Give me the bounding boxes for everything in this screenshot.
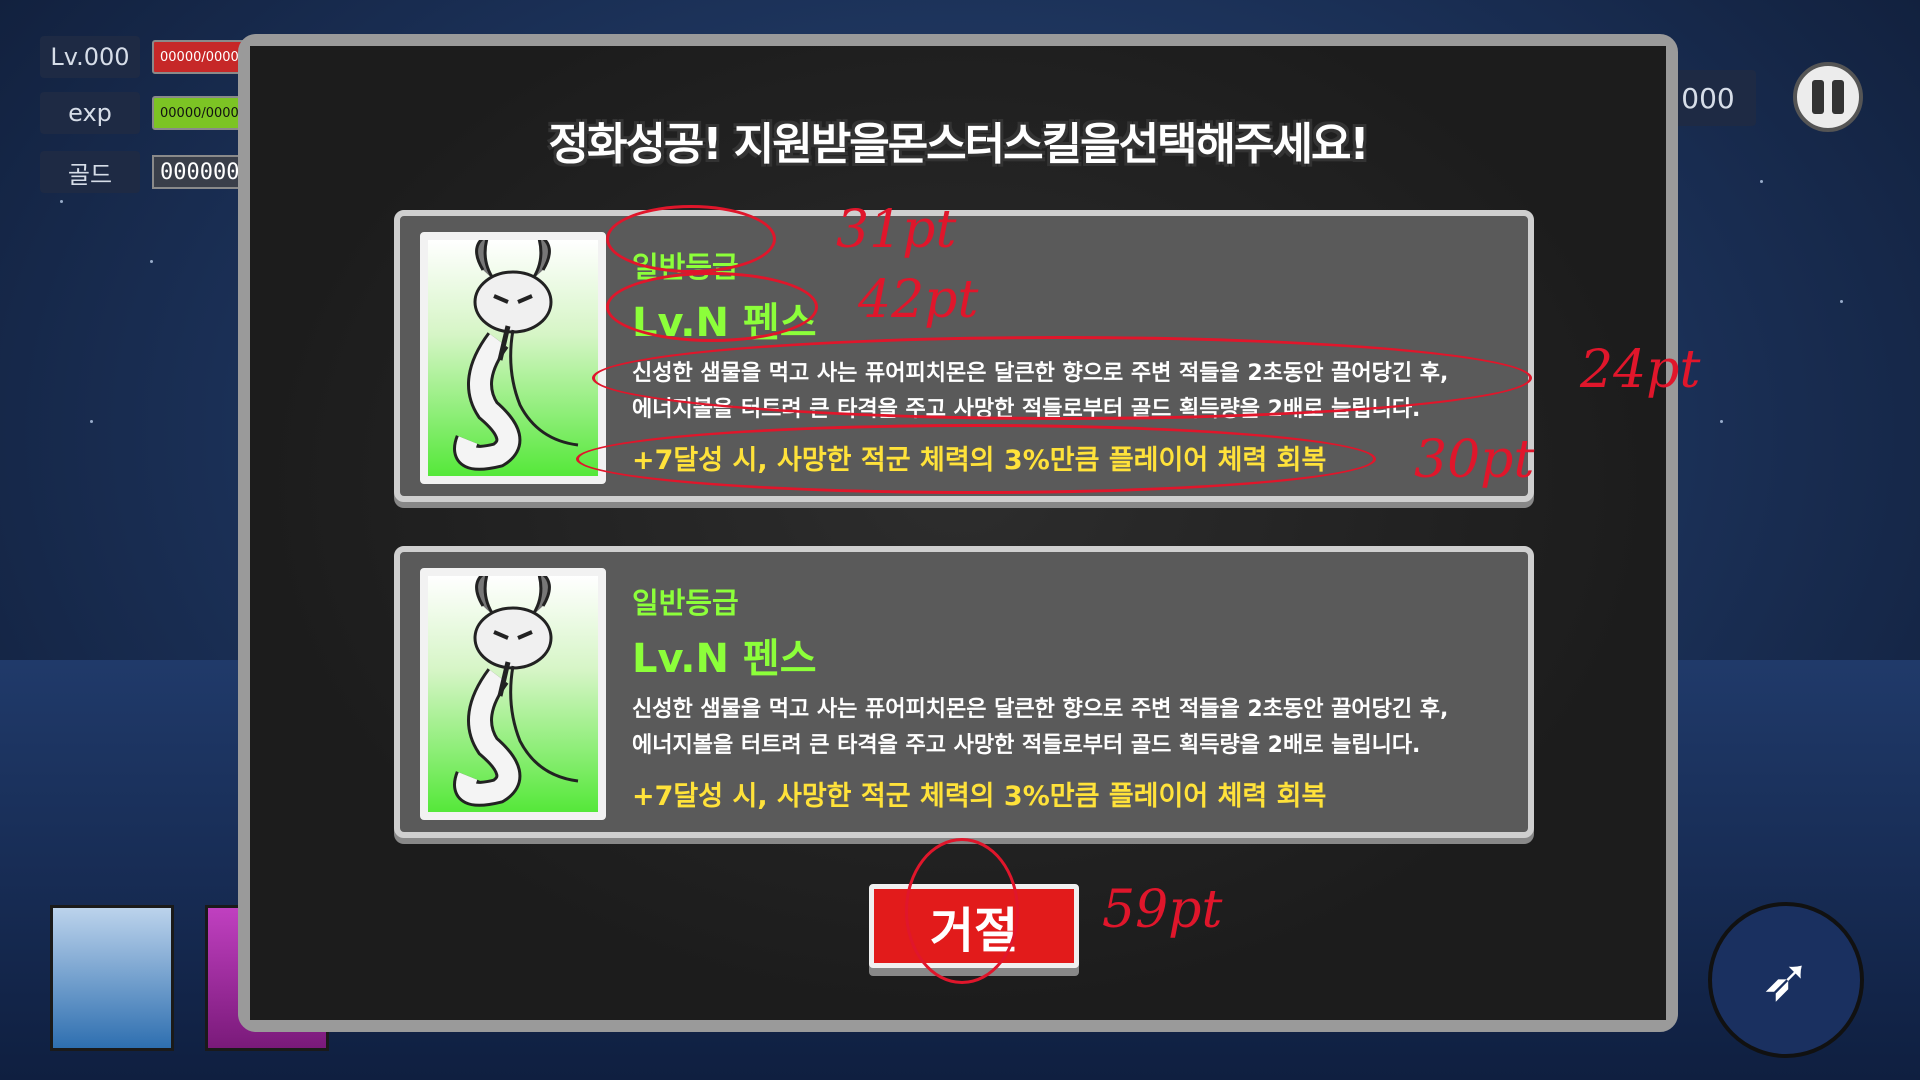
bow-attack-button[interactable]: ➶	[1708, 902, 1864, 1058]
card-description: 신성한 샘물을 먹고 사는 퓨어피치몬은 달큰한 향으로 주변 적들을 2초동안…	[632, 692, 1512, 764]
bow-icon: ➶	[1760, 945, 1812, 1015]
card-description-line: 신성한 샘물을 먹고 사는 퓨어피치몬은 달큰한 향으로 주변 적들을 2초동안…	[632, 697, 1449, 722]
annotation-desc-size: 24pt	[1580, 340, 1701, 400]
annotation-ring-name	[606, 272, 818, 342]
pause-icon-bar	[1812, 80, 1824, 114]
annotation-ring-button	[905, 838, 1019, 984]
annotation-bonus-size: 30pt	[1414, 430, 1535, 490]
annotation-name-size: 42pt	[858, 270, 979, 330]
gold-label: 골드	[40, 151, 140, 193]
annotation-ring-bonus	[576, 424, 1376, 494]
annotation-button-size: 59pt	[1102, 880, 1223, 940]
card-bonus-text: +7달성 시, 사망한 적군 체력의 3%만큼 플레이어 체력 회복	[632, 781, 1327, 812]
annotation-ring-desc	[592, 336, 1532, 420]
modal-title: 정화성공! 지원받을몬스터스킬을선택해주세요!	[548, 119, 1369, 170]
pause-button[interactable]	[1793, 62, 1863, 132]
annotation-ring-grade	[606, 205, 776, 273]
pause-icon-bar	[1832, 80, 1844, 114]
exp-label: exp	[40, 92, 140, 134]
annotation-grade-size: 31pt	[836, 200, 957, 260]
snake-monster-icon	[420, 568, 606, 820]
skill-card-2[interactable]: 일반등급 Lv.N 펜스 신성한 샘물을 먹고 사는 퓨어피치몬은 달큰한 향으…	[394, 546, 1534, 838]
snake-monster-icon	[420, 232, 606, 484]
card-description-line: 에너지볼을 터트려 큰 타격을 주고 사망한 적들로부터 골드 획득량을 2배로…	[632, 733, 1421, 758]
level-label: Lv.000	[40, 36, 140, 78]
card-skill-name: Lv.N 펜스	[632, 636, 817, 682]
card-grade: 일반등급	[632, 586, 739, 620]
skill-slot-1[interactable]	[50, 905, 174, 1051]
